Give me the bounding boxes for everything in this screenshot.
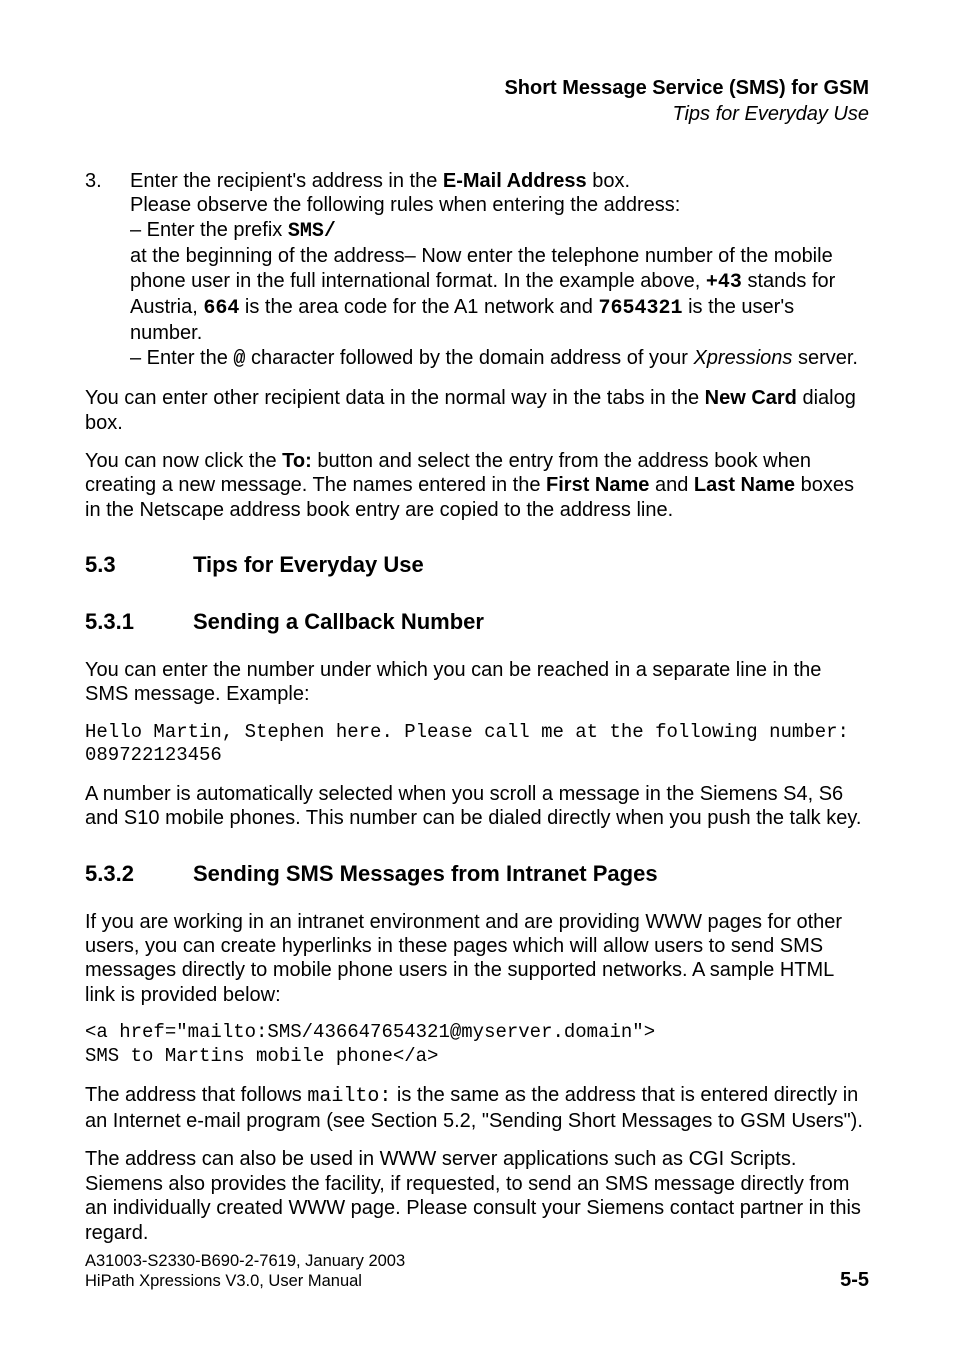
footer-page-number: 5-5	[840, 1269, 869, 1292]
text: Please observe the following rules when …	[130, 194, 680, 216]
text: – Enter the prefix	[130, 219, 288, 241]
step-body: Enter the recipient's address in the E-M…	[130, 169, 869, 372]
bold-text: New Card	[705, 387, 797, 409]
paragraph: You can enter other recipient data in th…	[85, 386, 869, 435]
paragraph: The address can also be used in WWW serv…	[85, 1147, 869, 1245]
step-3: 3. Enter the recipient's address in the …	[85, 169, 869, 372]
section-number: 5.3.2	[85, 861, 193, 888]
section-title: Tips for Everyday Use	[193, 552, 424, 579]
bold-text: E-Mail Address	[443, 170, 587, 192]
section-title: Sending a Callback Number	[193, 609, 484, 636]
text: You can enter other recipient data in th…	[85, 387, 705, 409]
text: You can now click the	[85, 450, 282, 472]
code-block: <a href="mailto:SMS/436647654321@myserve…	[85, 1021, 869, 1069]
step-number: 3.	[85, 169, 130, 372]
text: server.	[792, 347, 858, 369]
bold-text: Last Name	[694, 474, 795, 496]
footer-doc-id: A31003-S2330-B690-2-7619, January 2003	[85, 1251, 405, 1272]
bold-text: First Name	[546, 474, 649, 496]
section-number: 5.3	[85, 552, 193, 579]
paragraph: A number is automatically selected when …	[85, 782, 869, 831]
code-text: SMS/	[288, 220, 336, 243]
text: is the area code for the A1 network and	[239, 296, 598, 318]
text: The address that follows	[85, 1084, 307, 1106]
paragraph: The address that follows mailto: is the …	[85, 1083, 869, 1134]
page-header: Short Message Service (SMS) for GSM Tips…	[85, 75, 869, 127]
paragraph: You can now click the To: button and sel…	[85, 449, 869, 522]
paragraph: You can enter the number under which you…	[85, 658, 869, 707]
section-heading-5-3-2: 5.3.2 Sending SMS Messages from Intranet…	[85, 861, 869, 888]
paragraph: If you are working in an intranet enviro…	[85, 910, 869, 1008]
code-text: 664	[203, 297, 239, 320]
code-text: @	[233, 348, 245, 371]
text: – Enter the	[130, 347, 233, 369]
page-footer: A31003-S2330-B690-2-7619, January 2003 H…	[85, 1251, 869, 1292]
footer-product: HiPath Xpressions V3.0, User Manual	[85, 1271, 405, 1292]
code-text: +43	[706, 271, 742, 294]
section-title: Sending SMS Messages from Intranet Pages	[193, 861, 658, 888]
header-subtitle: Tips for Everyday Use	[85, 101, 869, 127]
code-text: mailto:	[307, 1085, 391, 1108]
code-text: 7654321	[599, 297, 683, 320]
section-heading-5-3-1: 5.3.1 Sending a Callback Number	[85, 609, 869, 636]
text: Enter the recipient's address in the	[130, 170, 443, 192]
text: box.	[587, 170, 630, 192]
section-heading-5-3: 5.3 Tips for Everyday Use	[85, 552, 869, 579]
italic-text: Xpressions	[693, 347, 792, 369]
bold-text: To:	[282, 450, 312, 472]
section-number: 5.3.1	[85, 609, 193, 636]
text: character followed by the domain address…	[245, 347, 693, 369]
text: and	[649, 474, 693, 496]
header-title: Short Message Service (SMS) for GSM	[85, 75, 869, 101]
code-block: Hello Martin, Stephen here. Please call …	[85, 721, 869, 769]
footer-left: A31003-S2330-B690-2-7619, January 2003 H…	[85, 1251, 405, 1292]
